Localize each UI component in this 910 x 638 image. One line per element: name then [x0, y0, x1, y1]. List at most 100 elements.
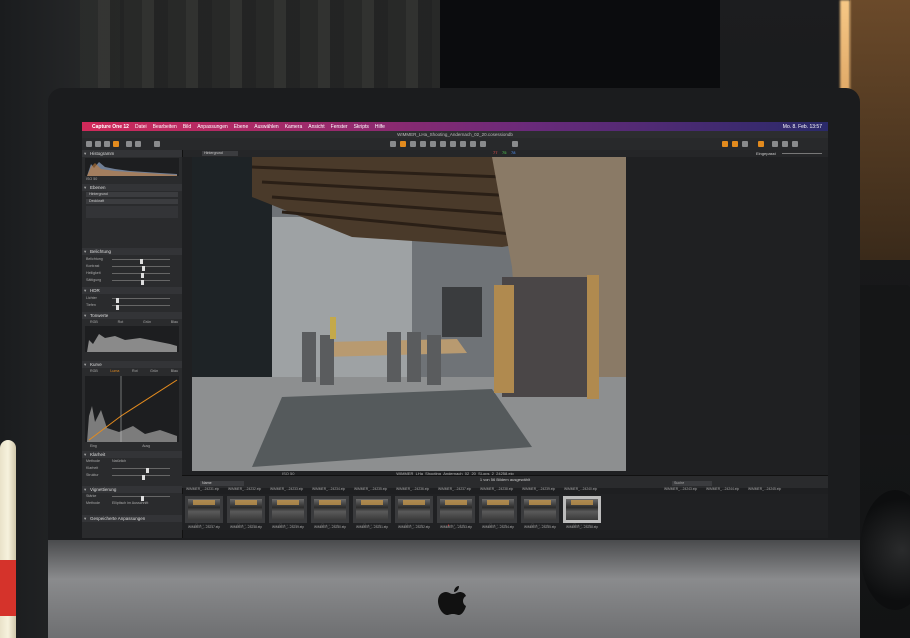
spot-icon[interactable] — [440, 141, 446, 147]
menu-item[interactable]: Datei — [135, 124, 147, 130]
clarity-method-row[interactable]: Methode Natürlich — [86, 459, 178, 464]
rating-icon[interactable] — [480, 141, 486, 147]
proof-icon[interactable] — [722, 141, 728, 147]
top-thumb-name[interactable]: WIMMER_...24236.eip — [396, 487, 429, 491]
curve-tab[interactable]: Grün — [150, 369, 158, 373]
top-thumb-name[interactable]: WIMMER_...24240.eip — [564, 487, 597, 491]
menu-item[interactable]: Fenster — [331, 124, 348, 130]
slider-row[interactable]: Lichter — [86, 296, 178, 303]
top-thumb-name[interactable]: WIMMER_...24239.eip — [522, 487, 555, 491]
crop-icon[interactable] — [410, 141, 416, 147]
menu-item[interactable]: Bild — [183, 124, 191, 130]
levels-histogram[interactable] — [85, 326, 179, 352]
slider-row[interactable]: Tiefen — [86, 303, 178, 310]
layer-field[interactable]: Hintergrund — [86, 192, 178, 197]
slider-knob[interactable] — [141, 280, 144, 285]
slider-row[interactable]: Kontrast — [86, 264, 178, 271]
menu-item[interactable]: Ansicht — [308, 124, 324, 130]
zoom-slider[interactable] — [782, 153, 822, 154]
thumbnail[interactable] — [269, 496, 307, 523]
text-icon[interactable] — [154, 141, 160, 147]
app-menu[interactable]: Capture One 12 — [92, 124, 129, 130]
thumbnail[interactable] — [395, 496, 433, 523]
menu-item[interactable]: Auswählen — [254, 124, 278, 130]
levels-tab[interactable]: Blau — [171, 320, 178, 324]
section-hdr[interactable]: HDR — [82, 287, 182, 294]
clarity-method-value[interactable]: Natürlich — [112, 459, 126, 464]
capture-icon[interactable] — [95, 141, 101, 147]
menu-item[interactable]: Hilfe — [375, 124, 385, 130]
zoom-label[interactable]: Eingepasst — [756, 150, 776, 157]
grid-icon[interactable] — [512, 141, 518, 147]
top-thumb-name[interactable]: WIMMER_...24235.eip — [354, 487, 387, 491]
import-icon[interactable] — [86, 141, 92, 147]
top-thumb-name[interactable]: WIMMER_...24234.eip — [312, 487, 345, 491]
annotate-icon[interactable] — [470, 141, 476, 147]
brush-icon[interactable] — [450, 141, 456, 147]
vignette-method-value[interactable]: Elliptisch im Ausschnitt — [112, 501, 148, 506]
settings-icon[interactable] — [772, 141, 778, 147]
thumbnail[interactable] — [227, 496, 265, 523]
thumbnail[interactable] — [521, 496, 559, 523]
menu-item[interactable]: Kamera — [285, 124, 303, 130]
menu-item[interactable]: Ebene — [234, 124, 248, 130]
section-exposure[interactable]: Belichtung — [82, 248, 182, 255]
section-layers[interactable]: Ebenen — [82, 184, 182, 191]
menubar-clock[interactable]: Mo. 8. Feb. 13:57 — [783, 124, 822, 130]
slider-row[interactable]: Stärke — [86, 494, 178, 501]
library-icon[interactable] — [104, 141, 110, 147]
menu-item[interactable]: Skripts — [354, 124, 369, 130]
camera-icon[interactable] — [113, 141, 119, 147]
slider-row[interactable]: Sättigung — [86, 278, 178, 285]
thumbnail[interactable] — [479, 496, 517, 523]
rotate-icon[interactable] — [420, 141, 426, 147]
glasses-icon[interactable] — [758, 141, 764, 147]
thumbnail[interactable] — [185, 496, 223, 523]
redo-icon[interactable] — [135, 141, 141, 147]
thumbnail-selected[interactable] — [563, 496, 601, 523]
undo-icon[interactable] — [126, 141, 132, 147]
curve-tab[interactable]: Rot — [132, 369, 138, 373]
top-thumb-name[interactable]: WIMMER_...24233.eip — [270, 487, 303, 491]
curve-tab[interactable]: RGB — [90, 369, 98, 373]
vignette-method-row[interactable]: Methode Elliptisch im Ausschnitt — [86, 501, 178, 506]
slider-row[interactable]: Helligkeit — [86, 271, 178, 278]
curve-graph[interactable] — [85, 376, 179, 442]
slider-row[interactable]: Belichtung — [86, 257, 178, 264]
section-vignetting[interactable]: Vignettierung — [82, 486, 182, 493]
viewer-photo[interactable] — [192, 157, 626, 471]
section-levels[interactable]: Tonwerte — [82, 312, 182, 319]
slider-knob[interactable] — [116, 305, 119, 310]
filter-dropdown[interactable]: Hintergrund — [202, 151, 238, 156]
keystone-icon[interactable] — [430, 141, 436, 147]
levels-tab[interactable]: Grün — [143, 320, 151, 324]
levels-tab[interactable]: Rot — [118, 320, 124, 324]
section-clarity[interactable]: Klarheit — [82, 451, 182, 458]
menu-item[interactable]: Bearbeiten — [153, 124, 177, 130]
section-saved-adjustments[interactable]: Gespeicherte Anpassungen — [82, 515, 182, 522]
thumbnail[interactable] — [437, 496, 475, 523]
opacity-field[interactable]: Deckkraft — [86, 199, 178, 204]
pan-icon[interactable] — [400, 141, 406, 147]
top-thumb-name[interactable]: WIMMER_...24243.eip — [664, 487, 697, 491]
thumbnail[interactable] — [353, 496, 391, 523]
top-thumb-name[interactable]: WIMMER_...24238.eip — [480, 487, 513, 491]
top-thumb-name[interactable]: WIMMER_...24245.eip — [748, 487, 781, 491]
menu-item[interactable]: Anpassungen — [197, 124, 228, 130]
curve-tab[interactable]: Luma — [110, 369, 119, 373]
section-curve[interactable]: Kurve — [82, 361, 182, 368]
cursor-icon[interactable] — [390, 141, 396, 147]
section-histogram[interactable]: Histogramm — [82, 150, 182, 157]
list-icon[interactable] — [782, 141, 788, 147]
exposure-warning-icon[interactable] — [732, 141, 738, 147]
help-icon[interactable] — [792, 141, 798, 147]
curve-tab[interactable]: Blau — [171, 369, 178, 373]
levels-tab[interactable]: RGB — [90, 320, 98, 324]
thumbnail[interactable] — [311, 496, 349, 523]
grid-toggle-icon[interactable] — [742, 141, 748, 147]
top-thumb-name[interactable]: WIMMER_...24232.eip — [228, 487, 261, 491]
top-thumb-name[interactable]: WIMMER_...24244.eip — [706, 487, 739, 491]
top-thumb-name[interactable]: WIMMER_...24237.eip — [438, 487, 471, 491]
top-thumb-name[interactable]: WIMMER_...24231.eip — [186, 487, 219, 491]
picker-icon[interactable] — [460, 141, 466, 147]
